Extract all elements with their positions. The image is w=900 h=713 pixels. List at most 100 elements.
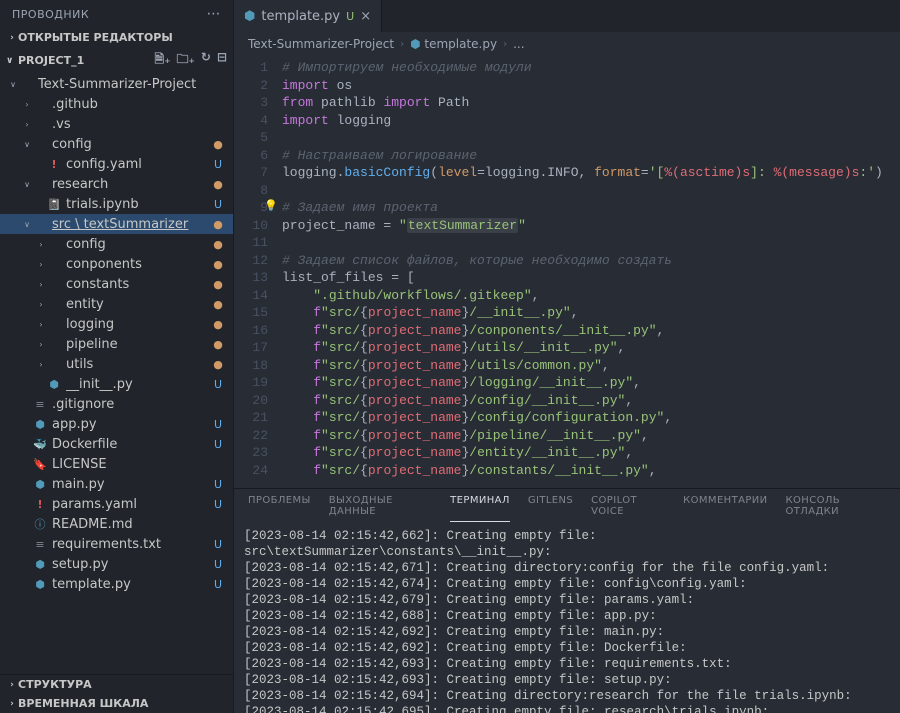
tree-item[interactable]: ⬢app.pyU [0, 414, 233, 434]
code-line[interactable]: f"src/{project_name}/logging/__init__.py… [282, 374, 900, 392]
code-line[interactable]: f"src/{project_name}/constants/__init__.… [282, 462, 900, 480]
code-line[interactable]: f"src/{project_name}/utils/common.py", [282, 357, 900, 375]
terminal-line: [2023-08-14 02:15:42,688]: Creating empt… [244, 608, 890, 624]
tree-item-label: entity [66, 297, 211, 312]
git-status: U [211, 498, 225, 511]
yaml-icon: ! [46, 158, 62, 171]
refresh-icon[interactable]: ↻ [201, 50, 211, 71]
open-editors-section[interactable]: › ОТКРЫТЫЕ РЕДАКТОРЫ [0, 28, 233, 47]
code-line[interactable]: # Настраиваем логирование [282, 147, 900, 165]
tree-item[interactable]: !config.yamlU [0, 154, 233, 174]
git-status: U [211, 478, 225, 491]
tree-item[interactable]: 🐳DockerfileU [0, 434, 233, 454]
code-line[interactable]: f"src/{project_name}/__init__.py", [282, 304, 900, 322]
tree-item[interactable]: ›logging● [0, 314, 233, 334]
new-file-icon[interactable]: 🗎₊ [155, 50, 171, 71]
tree-item-label: template.py [52, 577, 211, 592]
breadcrumb-item[interactable]: Text-Summarizer-Project [248, 37, 394, 51]
tree-item[interactable]: ›constants● [0, 274, 233, 294]
tree-item[interactable]: ›conponents● [0, 254, 233, 274]
git-status: ● [211, 358, 225, 371]
tree-item[interactable]: ≡.gitignore [0, 394, 233, 414]
terminal-line: [2023-08-14 02:15:42,662]: Creating empt… [244, 528, 890, 560]
tree-item[interactable]: 📓trials.ipynbU [0, 194, 233, 214]
code-line[interactable]: import logging [282, 112, 900, 130]
tree-item[interactable]: ∨src \ textSummarizer● [0, 214, 233, 234]
tree-item[interactable]: 🔖LICENSE [0, 454, 233, 474]
tree-item-label: Text-Summarizer-Project [38, 77, 211, 92]
code-line[interactable]: f"src/{project_name}/conponents/__init__… [282, 322, 900, 340]
code-line[interactable]: f"src/{project_name}/config/configuratio… [282, 409, 900, 427]
panel-tab[interactable]: GITLENS [528, 495, 573, 522]
code-line[interactable]: # Импортируем необходимые модули [282, 59, 900, 77]
code-line[interactable]: project_name = "textSummarizer" [282, 217, 900, 235]
tree-item[interactable]: ≡requirements.txtU [0, 534, 233, 554]
tree-item-label: .gitignore [52, 397, 211, 412]
line-number: 20 [234, 392, 268, 410]
code-line[interactable]: f"src/{project_name}/pipeline/__init__.p… [282, 427, 900, 445]
terminal-line: [2023-08-14 02:15:42,693]: Creating empt… [244, 672, 890, 688]
code-line[interactable]: f"src/{project_name}/utils/__init__.py", [282, 339, 900, 357]
code-line[interactable] [282, 182, 900, 200]
editor-area: ⬢ template.py U × Text-Summarizer-Projec… [234, 0, 900, 713]
panel-tab[interactable]: КОММЕНТАРИИ [683, 495, 767, 522]
tree-item[interactable]: ⬢setup.pyU [0, 554, 233, 574]
code-line[interactable]: # Задаем список файлов, которые необходи… [282, 252, 900, 270]
new-folder-icon[interactable]: 🗀₊ [177, 50, 195, 71]
panel-tab[interactable]: ПРОБЛЕМЫ [248, 495, 311, 522]
tree-item-label: conponents [66, 257, 211, 272]
structure-label: СТРУКТУРА [18, 678, 92, 691]
git-status: ● [211, 178, 225, 191]
tab-template-py[interactable]: ⬢ template.py U × [234, 0, 382, 32]
code-line[interactable]: list_of_files = [ [282, 269, 900, 287]
terminal-output[interactable]: [2023-08-14 02:15:42,662]: Creating empt… [234, 522, 900, 713]
tree-item[interactable]: ⬢main.pyU [0, 474, 233, 494]
tree-item[interactable]: ›pipeline● [0, 334, 233, 354]
code-line[interactable]: ".github/workflows/.gitkeep", [282, 287, 900, 305]
close-icon[interactable]: × [360, 9, 371, 24]
line-number: 6 [234, 147, 268, 165]
panel-tab[interactable]: ВЫХОДНЫЕ ДАННЫЕ [329, 495, 432, 522]
tree-item[interactable]: ∨research● [0, 174, 233, 194]
panel-tab[interactable]: ТЕРМИНАЛ [450, 495, 510, 522]
breadcrumb-item[interactable]: ... [513, 37, 524, 51]
tree-item[interactable]: ›.github [0, 94, 233, 114]
tab-label: template.py [261, 9, 340, 24]
breadcrumb-item[interactable]: ⬢ template.py [410, 37, 497, 51]
tree-item[interactable]: ⬢template.pyU [0, 574, 233, 594]
tree-item[interactable]: ›entity● [0, 294, 233, 314]
tree-item-label: requirements.txt [52, 537, 211, 552]
tree-item[interactable]: ›.vs [0, 114, 233, 134]
more-icon[interactable]: ⋯ [207, 6, 222, 22]
file-tree[interactable]: ∨Text-Summarizer-Project›.github›.vs∨con… [0, 74, 233, 674]
code-line[interactable]: import os [282, 77, 900, 95]
tree-item[interactable]: ∨Text-Summarizer-Project [0, 74, 233, 94]
tree-item[interactable]: ›utils● [0, 354, 233, 374]
tree-item[interactable]: ⬢__init__.pyU [0, 374, 233, 394]
panel-tab[interactable]: КОНСОЛЬ ОТЛАДКИ [786, 495, 886, 522]
breadcrumb[interactable]: Text-Summarizer-Project›⬢ template.py›..… [234, 32, 900, 56]
tree-item[interactable]: ⓘREADME.md [0, 514, 233, 534]
code-line[interactable] [282, 129, 900, 147]
project-actions: 🗎₊ 🗀₊ ↻ ⊟ [155, 50, 227, 71]
terminal-line: [2023-08-14 02:15:42,693]: Creating empt… [244, 656, 890, 672]
code-content[interactable]: # Импортируем необходимые модулиimport o… [282, 56, 900, 488]
code-line[interactable]: 💡# Задаем имя проекта [282, 199, 900, 217]
code-line[interactable]: f"src/{project_name}/config/__init__.py"… [282, 392, 900, 410]
code-line[interactable]: from pathlib import Path [282, 94, 900, 112]
code-line[interactable]: logging.basicConfig(level=logging.INFO, … [282, 164, 900, 182]
tree-item[interactable]: ∨config● [0, 134, 233, 154]
tree-item[interactable]: !params.yamlU [0, 494, 233, 514]
project-header[interactable]: ∨ PROJECT_1 🗎₊ 🗀₊ ↻ ⊟ [0, 47, 233, 74]
timeline-section[interactable]: › ВРЕМЕННАЯ ШКАЛА [0, 694, 233, 713]
code-line[interactable] [282, 234, 900, 252]
code-line[interactable]: f"src/{project_name}/entity/__init__.py"… [282, 444, 900, 462]
panel-tab[interactable]: COPILOT VOICE [591, 495, 665, 522]
code-editor[interactable]: 123456789101112131415161718192021222324 … [234, 56, 900, 488]
structure-section[interactable]: › СТРУКТУРА [0, 675, 233, 694]
tree-item[interactable]: ›config● [0, 234, 233, 254]
tree-item-label: logging [66, 317, 211, 332]
git-status: U [211, 538, 225, 551]
chevron-icon: › [36, 240, 46, 249]
collapse-icon[interactable]: ⊟ [217, 50, 227, 71]
